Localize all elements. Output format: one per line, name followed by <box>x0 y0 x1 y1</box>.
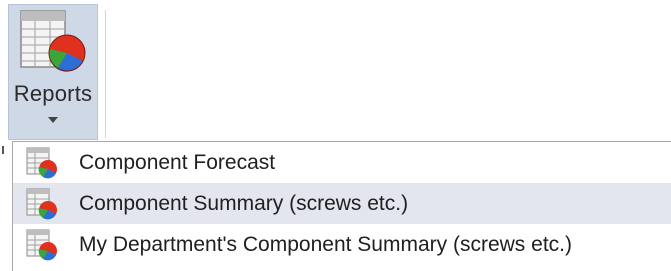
caret-down-icon <box>48 117 58 123</box>
menu-item-label: My Department's Component Summary (screw… <box>79 232 572 256</box>
menu-item-label: Component Summary (screws etc.) <box>79 191 409 215</box>
reports-button-label: Reports <box>13 81 93 106</box>
menu-item-my-department-component-summary[interactable]: My Department's Component Summary (screw… <box>13 224 671 265</box>
edge-mark <box>2 146 4 154</box>
ribbon-separator <box>105 10 106 138</box>
menu-item-label: Component Forecast <box>79 150 276 174</box>
reports-dropdown-menu: Component Forecast Component Summary (sc… <box>12 141 671 271</box>
left-edge-panel <box>0 140 10 271</box>
ribbon: Reports <box>0 0 671 140</box>
report-spreadsheet-pie-icon <box>20 10 86 72</box>
reports-button[interactable]: Reports <box>8 4 98 140</box>
report-spreadsheet-pie-icon <box>26 147 57 178</box>
menu-item-component-summary[interactable]: Component Summary (screws etc.) <box>13 183 671 224</box>
menu-item-component-forecast[interactable]: Component Forecast <box>13 142 671 183</box>
report-spreadsheet-pie-icon <box>26 229 57 260</box>
report-spreadsheet-pie-icon <box>26 188 57 219</box>
